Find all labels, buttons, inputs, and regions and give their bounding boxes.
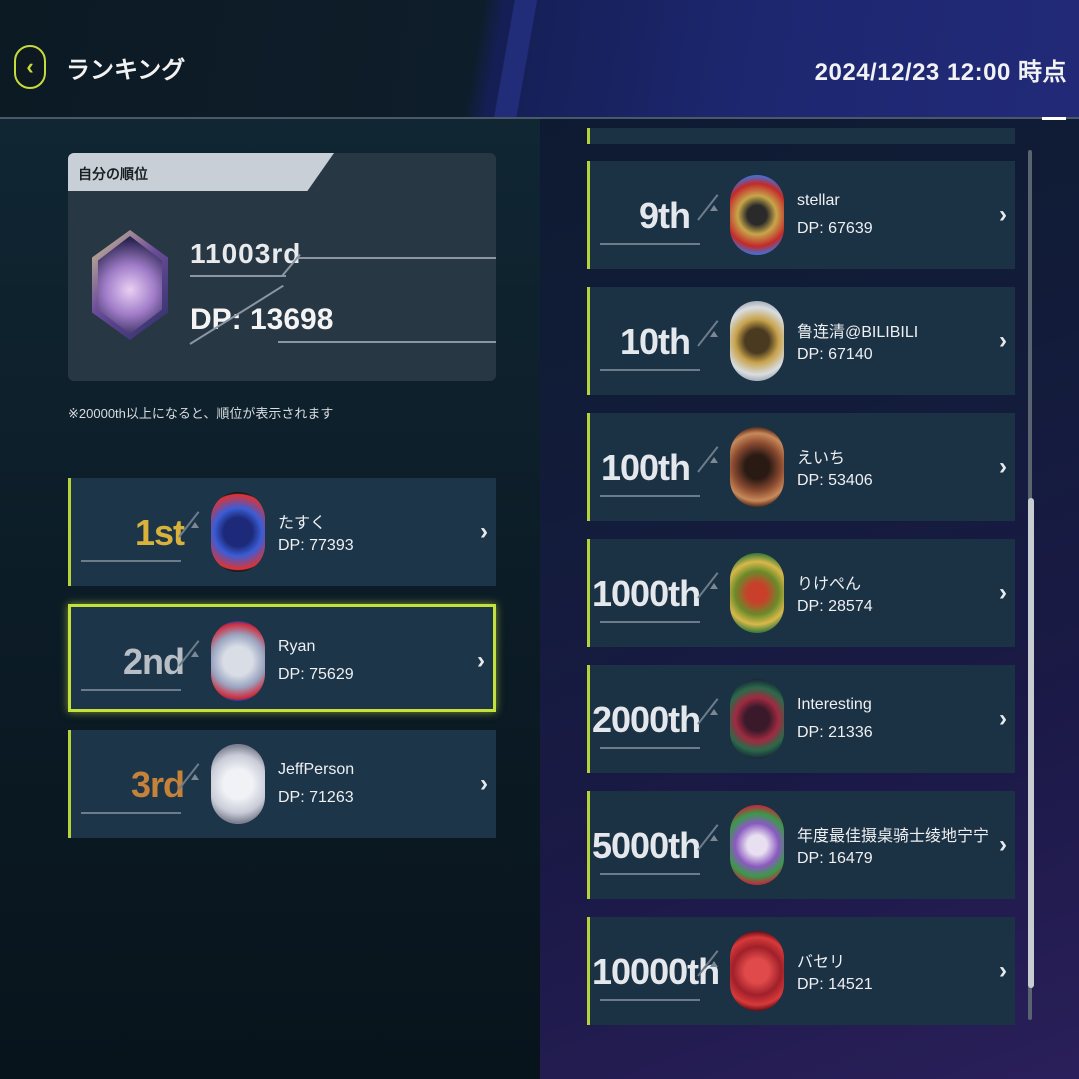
player-avatar xyxy=(211,744,265,824)
rank-tick-icon xyxy=(710,835,718,841)
rank-label: 10th xyxy=(619,321,691,362)
rank-tick-icon xyxy=(710,331,718,337)
player-name: Interesting xyxy=(797,696,872,713)
rank-tick-icon xyxy=(710,961,718,967)
ranking-row-1st[interactable]: 1st たすく DP: 77393 › xyxy=(68,478,496,586)
rank-underline xyxy=(190,275,286,277)
rank-underline xyxy=(600,495,700,497)
chevron-right-icon: › xyxy=(999,201,1007,228)
rank-tick-icon xyxy=(710,205,718,211)
ranking-row-1000th[interactable]: 1000th りけぺん DP: 28574 › xyxy=(587,539,1015,647)
rank-label: 10000th xyxy=(592,951,720,992)
chevron-right-icon: › xyxy=(999,705,1007,732)
ranking-row-5000th[interactable]: 5000th 年度最佳摄桌骑士绫地宁宁 DP: 16479 › xyxy=(587,791,1015,899)
page-title: ランキング xyxy=(66,57,186,84)
player-avatar xyxy=(730,805,784,885)
rank-underline xyxy=(600,873,700,875)
ranking-row-100th[interactable]: 100th えいち DP: 53406 › xyxy=(587,413,1015,521)
player-avatar xyxy=(730,931,784,1011)
ranking-row-partial[interactable] xyxy=(587,128,1015,144)
rank-underline xyxy=(600,999,700,1001)
rank-underline xyxy=(81,812,181,814)
player-name: JeffPerson xyxy=(278,761,355,778)
player-dp: DP: 71263 xyxy=(278,789,354,806)
my-rank-panel: 自分の順位 11003rd DP: 13698 xyxy=(68,153,496,381)
header-divider xyxy=(0,117,1079,119)
player-avatar xyxy=(730,679,784,759)
rank-tick-icon xyxy=(191,522,199,528)
rank-label: 5000th xyxy=(592,825,701,866)
my-avatar xyxy=(92,230,168,340)
player-name: たすく xyxy=(278,515,327,532)
scrollbar-thumb[interactable] xyxy=(1028,498,1034,988)
player-dp: DP: 53406 xyxy=(797,472,873,489)
player-dp: DP: 16479 xyxy=(797,850,873,867)
rank-underline xyxy=(81,560,181,562)
player-name: stellar xyxy=(797,192,840,209)
player-name: えいち xyxy=(797,450,846,467)
player-name: 年度最佳摄桌骑士绫地宁宁 xyxy=(797,828,990,845)
ranking-row-3rd[interactable]: 3rd JeffPerson DP: 71263 › xyxy=(68,730,496,838)
chevron-right-icon: › xyxy=(999,327,1007,354)
rank-underline xyxy=(600,621,700,623)
rank-label: 9th xyxy=(639,195,691,236)
player-name: 鲁连清@BILIBILI xyxy=(797,324,919,341)
ranking-row-2nd[interactable]: 2nd Ryan DP: 75629 › xyxy=(68,604,496,712)
rank-label: 2000th xyxy=(592,699,701,740)
chevron-right-icon: › xyxy=(999,453,1007,480)
rank-tick-icon xyxy=(191,774,199,780)
ranking-timestamp: 2024/12/23 12:00 時点 xyxy=(814,59,1067,86)
player-name: Ryan xyxy=(278,638,316,655)
rank-label: 2nd xyxy=(122,641,185,682)
chevron-right-icon: › xyxy=(480,770,488,797)
rank-underline xyxy=(600,747,700,749)
chevron-right-icon: › xyxy=(999,957,1007,984)
back-button[interactable]: ‹ xyxy=(14,45,46,89)
player-avatar xyxy=(730,301,784,381)
chevron-right-icon: › xyxy=(480,518,488,545)
ranking-row-9th[interactable]: 9th stellar DP: 67639 › xyxy=(587,161,1015,269)
rank-tick-icon xyxy=(191,651,199,657)
chevron-right-icon: › xyxy=(999,831,1007,858)
rank-underline xyxy=(600,369,700,371)
tab-indicator xyxy=(1042,117,1066,120)
rank-label: 100th xyxy=(600,447,691,488)
rank-label: 1st xyxy=(134,512,185,553)
ranking-row-10th[interactable]: 10th 鲁连清@BILIBILI DP: 67140 › xyxy=(587,287,1015,395)
my-dp-value: DP: 13698 xyxy=(190,303,334,336)
player-avatar xyxy=(211,621,265,701)
rank-top-line xyxy=(296,257,496,259)
chevron-right-icon: › xyxy=(999,579,1007,606)
rank-tick-icon xyxy=(710,709,718,715)
player-dp: DP: 21336 xyxy=(797,724,873,741)
rank-display-note: ※20000th以上になると、順位が表示されます xyxy=(68,406,334,421)
player-name: りけぺん xyxy=(797,576,862,593)
rank-label: 3rd xyxy=(130,764,185,805)
player-avatar xyxy=(730,553,784,633)
player-dp: DP: 14521 xyxy=(797,976,873,993)
my-rank-value: 11003rd xyxy=(190,238,302,269)
player-name: バセリ xyxy=(797,954,846,971)
player-avatar xyxy=(211,492,265,572)
player-avatar xyxy=(730,427,784,507)
player-dp: DP: 28574 xyxy=(797,598,873,615)
my-rank-heading-tab: 自分の順位 xyxy=(68,153,334,191)
dp-underline xyxy=(278,341,496,343)
player-avatar xyxy=(730,175,784,255)
rank-tick-icon xyxy=(710,457,718,463)
ranking-row-10000th[interactable]: 10000th バセリ DP: 14521 › xyxy=(587,917,1015,1025)
rank-tick-icon xyxy=(710,583,718,589)
my-rank-heading: 自分の順位 xyxy=(78,166,148,182)
player-dp: DP: 75629 xyxy=(278,666,354,683)
chevron-right-icon: › xyxy=(477,647,485,674)
chevron-left-icon: ‹ xyxy=(26,54,34,79)
player-dp: DP: 67639 xyxy=(797,220,873,237)
player-dp: DP: 77393 xyxy=(278,537,354,554)
rank-underline xyxy=(81,689,181,691)
player-dp: DP: 67140 xyxy=(797,346,873,363)
rank-label: 1000th xyxy=(592,573,701,614)
ranking-row-2000th[interactable]: 2000th Interesting DP: 21336 › xyxy=(587,665,1015,773)
rank-underline xyxy=(600,243,700,245)
header-decoration xyxy=(470,0,560,118)
